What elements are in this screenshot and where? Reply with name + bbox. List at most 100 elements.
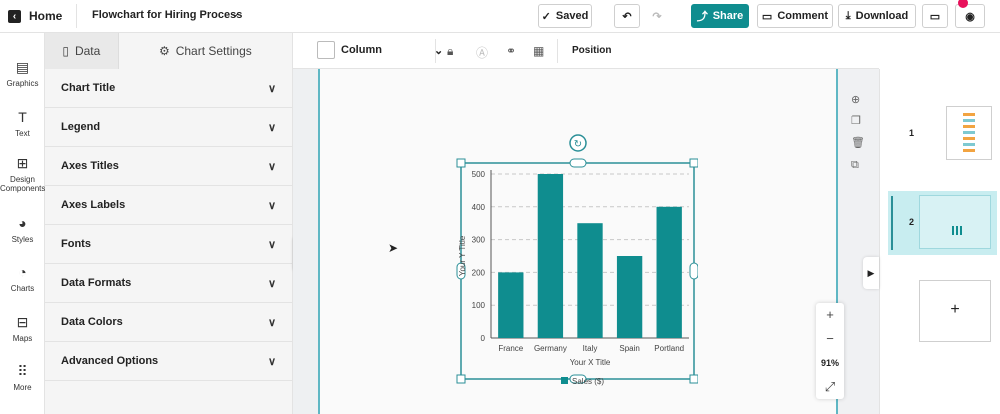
section-legend[interactable]: Legend ∨ [45,108,292,147]
selection-indicator [891,196,893,250]
tab-data[interactable]: ▯ Data [45,33,119,69]
record-button[interactable]: ▭ [922,4,948,28]
section-chart-title[interactable]: Chart Title ∨ [45,69,292,108]
rail-item-text[interactable]: T Text [0,109,45,138]
chevron-down-icon: ∨ [267,238,276,251]
duplicate-icon[interactable]: ⧉ [851,159,859,172]
grid-icon: ⠿ [17,363,28,379]
x-tick-label: Germany [534,344,567,353]
rail-item-label: More [13,383,32,392]
legend-swatch [561,377,568,384]
saved-button[interactable]: ✓ Saved [538,4,592,28]
pie-chart-icon: ◔ [18,264,27,280]
preview-button[interactable]: ◉ [955,4,985,28]
section-data-formats[interactable]: Data Formats ∨ [45,264,292,303]
bar [498,272,524,338]
rail-item-maps[interactable]: ⊟ Maps [0,314,45,343]
bar [616,256,643,338]
page-thumbnail-1[interactable] [946,106,992,160]
bar [577,223,603,338]
rail-item-styles[interactable]: ◕ Styles [0,215,45,244]
section-label: Data Formats [61,277,132,289]
resize-handle[interactable] [569,158,587,168]
add-page-button[interactable]: + [919,280,991,342]
tab-label: Chart Settings [175,44,252,58]
share-label: Share [712,10,744,22]
chevron-down-icon: ∨ [267,160,276,173]
video-icon: ▭ [929,10,941,23]
x-tick-label: Italy [583,344,598,353]
resize-handle[interactable] [689,262,698,280]
resize-handle[interactable] [456,158,466,168]
copy-icon[interactable]: ❐ [851,114,861,127]
undo-button[interactable]: ↶ [614,4,640,28]
a-icon[interactable]: Ⓐ [476,44,488,61]
page-number: 1 [909,128,915,138]
rail-item-label: Styles [11,235,34,244]
rail-item-design-components[interactable]: ⊞ Design Components [0,155,45,193]
x-tick-label: France [498,344,523,353]
graphics-icon: ▤ [15,59,30,75]
x-axis-title: Your X Title [570,358,611,367]
share-button[interactable]: ⤴ Share [691,4,749,28]
resize-handle[interactable] [689,374,698,384]
rail-item-charts[interactable]: ◔ Charts [0,264,45,293]
section-label: Advanced Options [61,355,159,367]
add-page-icon[interactable]: ⊕ [851,93,860,106]
tab-chart-settings[interactable]: ⚙ Chart Settings [118,33,292,69]
home-button[interactable]: ‹ Home [8,6,62,26]
comment-label: Comment [777,10,829,22]
redo-icon: ↷ [652,10,662,23]
section-axes-labels[interactable]: Axes Labels ∨ [45,186,292,225]
section-advanced-options[interactable]: Advanced Options ∨ [45,342,292,381]
rail-item-more[interactable]: ⠿ More [0,363,45,392]
y-tick-label: 500 [472,170,486,179]
chevron-down-icon: ∨ [267,121,276,134]
y-axis-title: Your Y Title [458,235,467,276]
map-icon: ⊟ [16,314,29,330]
lock-icon[interactable]: 🔒︎ [447,44,453,59]
page-thumbnail-2[interactable] [919,195,991,249]
chart-type-select[interactable]: Column ⌄ [317,41,443,59]
comment-icon: ▭ [761,10,773,23]
section-label: Fonts [61,238,91,250]
section-data-colors[interactable]: Data Colors ∨ [45,303,292,342]
page-tools: ⊕ ❐ 🗑︎ ⧉ [838,69,879,414]
resize-handle[interactable] [456,374,466,384]
column-chart[interactable]: ↻ 0 100 200 300 400 500 France Germany Italy Spai… [448,132,698,392]
rail-item-label: Text [15,129,30,138]
rail-item-label: Charts [10,284,35,293]
section-label: Data Colors [61,316,123,328]
section-label: Chart Title [61,82,116,94]
divider [435,39,436,63]
expand-strip-button[interactable]: ▶ [863,257,879,289]
chevron-down-icon: ∨ [267,82,276,95]
resize-handle[interactable] [689,158,698,168]
fit-screen-button[interactable]: ⤢ [816,375,844,399]
position-button[interactable]: Position [572,45,611,56]
zoom-out-button[interactable]: − [816,327,844,351]
gear-icon: ⚙ [158,44,170,58]
section-fonts[interactable]: Fonts ∨ [45,225,292,264]
zoom-in-button[interactable]: + [816,303,844,327]
eye-icon: ◉ [965,10,975,23]
trash-icon[interactable]: 🗑︎ [851,136,865,149]
x-tick-label: Spain [619,344,639,353]
check-icon: ✓ [541,10,551,23]
chevron-down-icon: ∨ [267,355,276,368]
section-label: Legend [61,121,101,133]
share-icon: ⤴ [696,11,708,23]
home-label: Home [29,9,63,23]
redo-button[interactable]: ↷ [644,4,670,28]
chevron-down-icon: ∨ [267,277,276,290]
comment-button[interactable]: ▭ Comment [757,4,833,28]
download-button[interactable]: ⤓ Download [838,4,916,28]
palette-icon: ◕ [18,215,27,231]
components-icon: ⊞ [16,155,29,171]
chevron-down-icon[interactable]: ⌄ [230,6,240,20]
section-axes-titles[interactable]: Axes Titles ∨ [45,147,292,186]
rail-item-graphics[interactable]: ▤ Graphics [0,59,45,88]
link-icon[interactable]: ⚭ [506,44,516,58]
document-title[interactable]: Flowchart for Hiring Process [92,9,242,21]
checker-icon[interactable]: ▦ [533,44,544,58]
